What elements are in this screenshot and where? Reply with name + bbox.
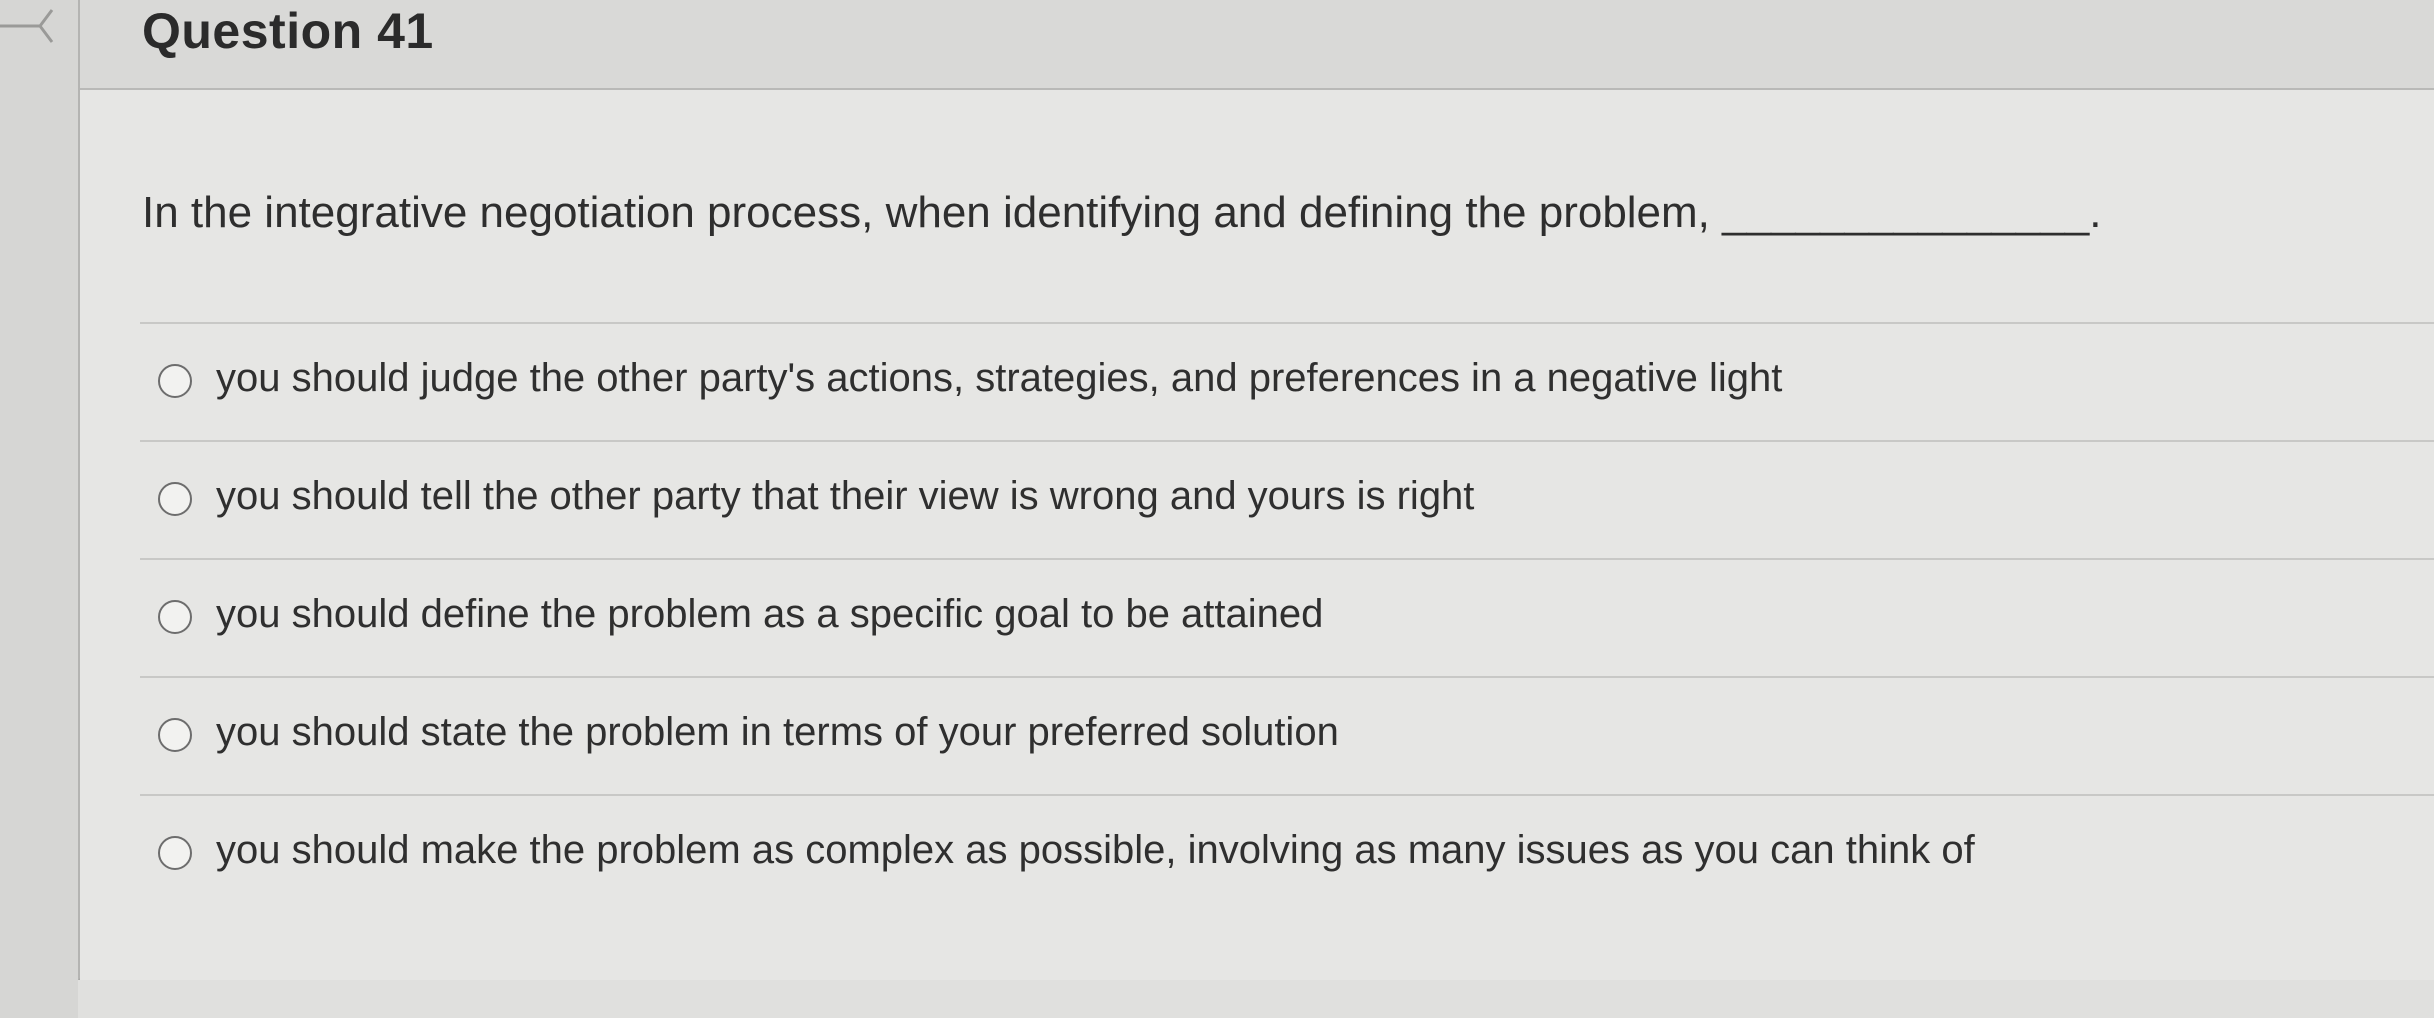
question-header: Question 41: [80, 0, 2434, 90]
answer-label[interactable]: you should tell the other party that the…: [216, 474, 1474, 519]
left-gutter: [0, 0, 78, 1018]
question-card: Question 41 In the integrative negotiati…: [78, 0, 2434, 980]
radio-button-icon[interactable]: [158, 836, 192, 870]
answer-option-3[interactable]: you should define the problem as a speci…: [140, 558, 2434, 676]
radio-button-icon[interactable]: [158, 600, 192, 634]
radio-button-icon[interactable]: [158, 482, 192, 516]
answer-option-1[interactable]: you should judge the other party's actio…: [140, 322, 2434, 440]
flag-marker-icon[interactable]: [0, 0, 60, 60]
answer-label[interactable]: you should make the problem as complex a…: [216, 828, 1975, 873]
question-title: Question 41: [142, 3, 434, 59]
question-body: In the integrative negotiation process, …: [80, 90, 2434, 980]
answer-option-2[interactable]: you should tell the other party that the…: [140, 440, 2434, 558]
answer-label[interactable]: you should define the problem as a speci…: [216, 592, 1323, 637]
quiz-page: Question 41 In the integrative negotiati…: [0, 0, 2434, 1018]
answer-list: you should judge the other party's actio…: [140, 322, 2434, 912]
answer-label[interactable]: you should judge the other party's actio…: [216, 356, 1782, 401]
answer-option-5[interactable]: you should make the problem as complex a…: [140, 794, 2434, 912]
answer-option-4[interactable]: you should state the problem in terms of…: [140, 676, 2434, 794]
question-text: In the integrative negotiation process, …: [142, 188, 2102, 237]
radio-button-icon[interactable]: [158, 718, 192, 752]
answer-label[interactable]: you should state the problem in terms of…: [216, 710, 1339, 755]
radio-button-icon[interactable]: [158, 364, 192, 398]
